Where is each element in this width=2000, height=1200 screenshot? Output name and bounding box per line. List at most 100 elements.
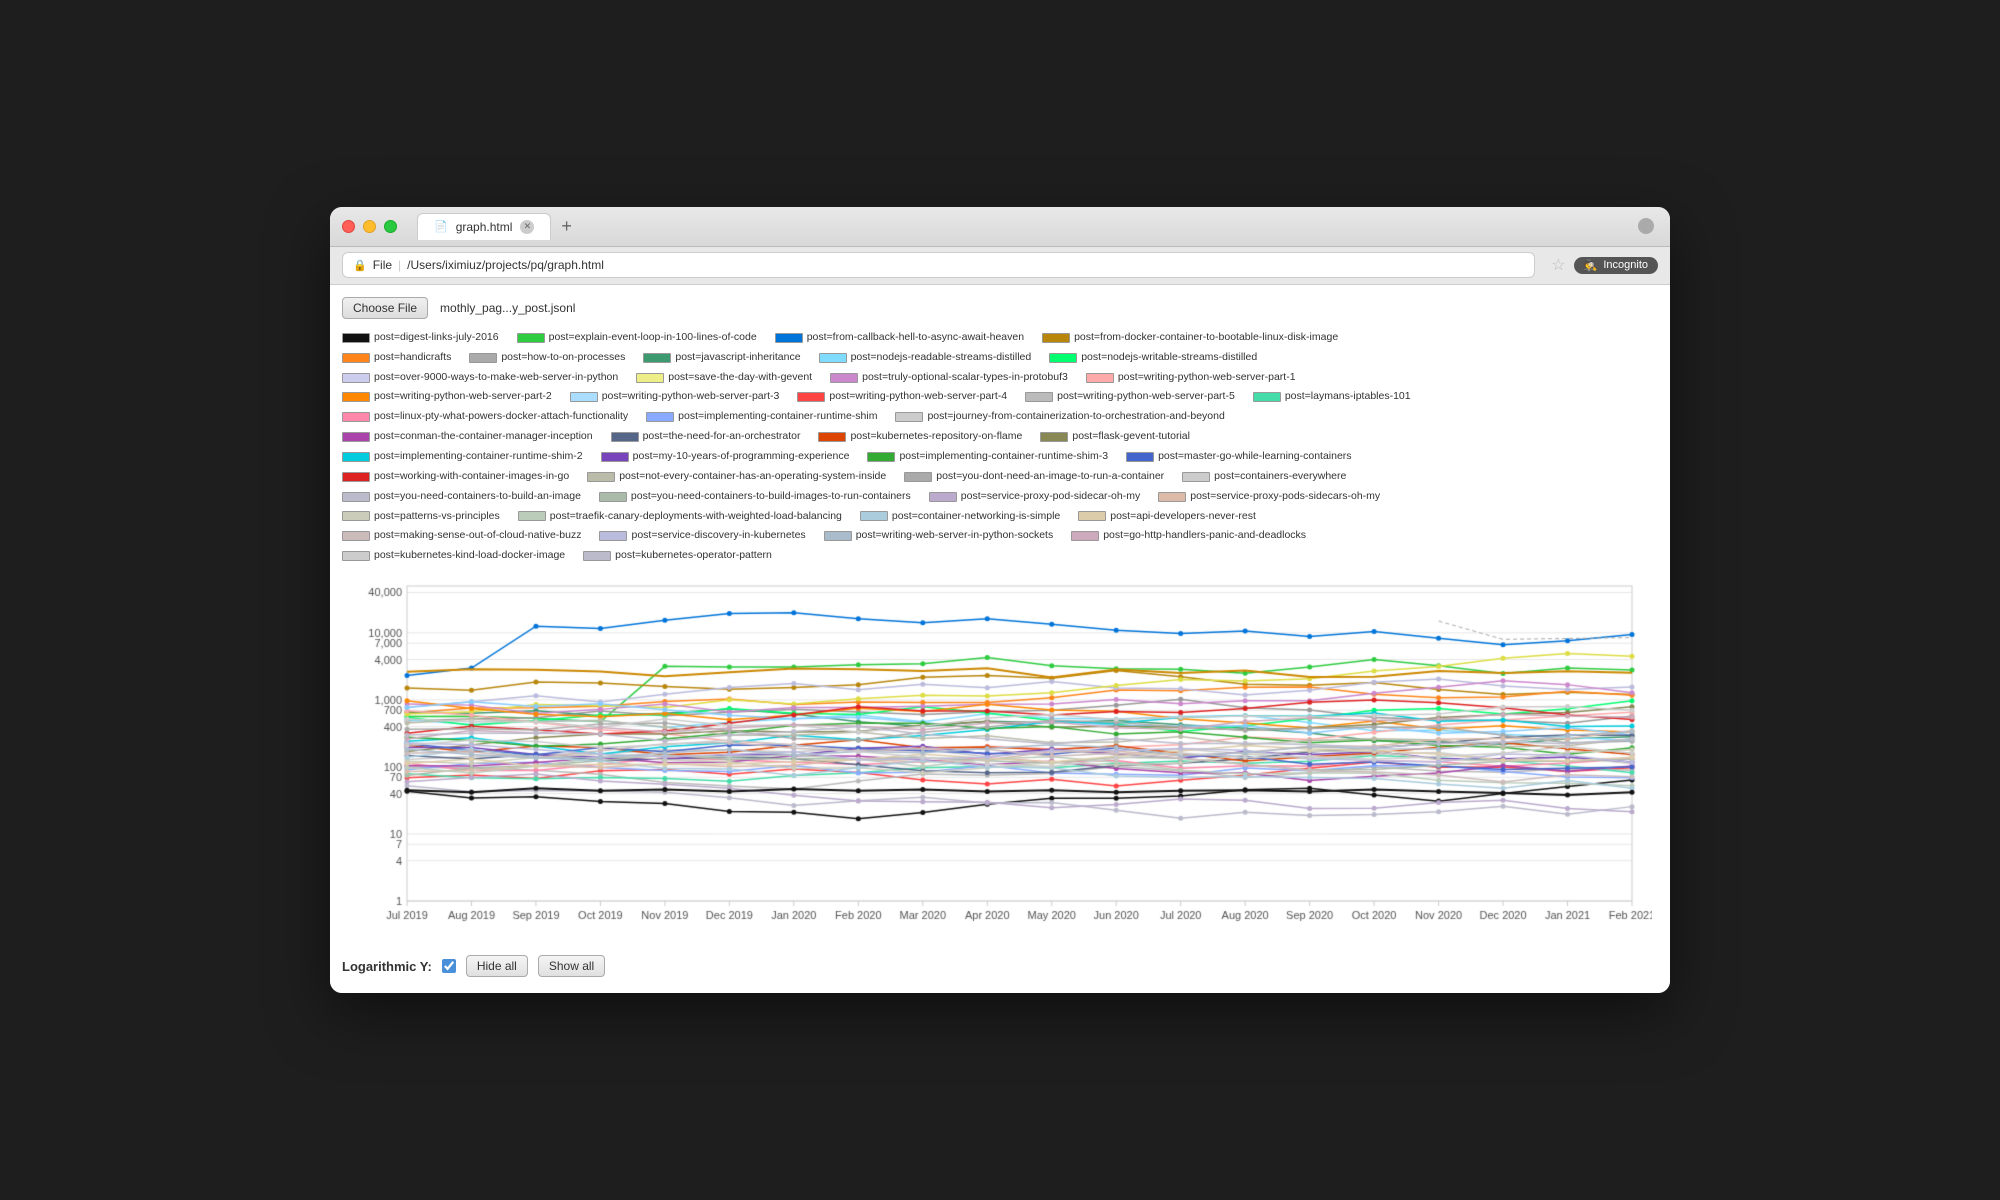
legend-swatch bbox=[342, 373, 370, 383]
url-separator: | bbox=[398, 258, 401, 272]
file-row: Choose File mothly_pag...y_post.jsonl bbox=[342, 297, 1658, 319]
legend-item[interactable]: post=conman-the-container-manager-incept… bbox=[342, 428, 593, 446]
legend-item[interactable]: post=service-discovery-in-kubernetes bbox=[599, 527, 805, 545]
legend-swatch bbox=[517, 333, 545, 343]
legend-item[interactable]: post=nodejs-readable-streams-distilled bbox=[819, 349, 1032, 367]
legend-label: post=kubernetes-kind-load-docker-image bbox=[374, 547, 565, 565]
legend-item[interactable]: post=not-every-container-has-an-operatin… bbox=[587, 468, 886, 486]
legend-swatch bbox=[1049, 353, 1077, 363]
legend-item[interactable]: post=explain-event-loop-in-100-lines-of-… bbox=[517, 329, 757, 347]
legend-swatch bbox=[818, 432, 846, 442]
legend-item[interactable]: post=patterns-vs-principles bbox=[342, 508, 500, 526]
legend-item[interactable]: post=from-docker-container-to-bootable-l… bbox=[1042, 329, 1338, 347]
legend-item[interactable]: post=writing-python-web-server-part-2 bbox=[342, 388, 552, 406]
legend-label: post=writing-python-web-server-part-5 bbox=[1057, 388, 1235, 406]
legend-label: post=implementing-container-runtime-shim… bbox=[899, 448, 1108, 466]
url-box[interactable]: 🔒 File | /Users/iximiuz/projects/pq/grap… bbox=[342, 252, 1535, 278]
legend-item[interactable]: post=implementing-container-runtime-shim… bbox=[867, 448, 1108, 466]
legend-swatch bbox=[342, 492, 370, 502]
legend-swatch bbox=[342, 412, 370, 422]
legend-swatch bbox=[342, 551, 370, 561]
legend-item[interactable]: post=writing-python-web-server-part-3 bbox=[570, 388, 780, 406]
log-y-checkbox-wrap[interactable] bbox=[442, 959, 456, 973]
legend-item[interactable]: post=working-with-container-images-in-go bbox=[342, 468, 569, 486]
new-tab-button[interactable]: + bbox=[557, 216, 576, 237]
legend-swatch bbox=[1040, 432, 1068, 442]
legend-item[interactable]: post=nodejs-writable-streams-distilled bbox=[1049, 349, 1257, 367]
legend-item[interactable]: post=traefik-canary-deployments-with-wei… bbox=[518, 508, 842, 526]
legend-swatch bbox=[929, 492, 957, 502]
legend-swatch bbox=[1253, 392, 1281, 402]
legend-swatch bbox=[830, 373, 858, 383]
legend-item[interactable]: post=implementing-container-runtime-shim bbox=[646, 408, 877, 426]
maximize-button[interactable] bbox=[384, 220, 397, 233]
legend-item[interactable]: post=truly-optional-scalar-types-in-prot… bbox=[830, 369, 1068, 387]
legend-item[interactable]: post=save-the-day-with-gevent bbox=[636, 369, 812, 387]
legend-item[interactable]: post=handicrafts bbox=[342, 349, 451, 367]
legend-swatch bbox=[643, 353, 671, 363]
legend-swatch bbox=[867, 452, 895, 462]
legend-swatch bbox=[342, 531, 370, 541]
legend-item[interactable]: post=api-developers-never-rest bbox=[1078, 508, 1256, 526]
legend-item[interactable]: post=master-go-while-learning-containers bbox=[1126, 448, 1351, 466]
bookmark-star-button[interactable]: ☆ bbox=[1551, 255, 1565, 275]
legend-swatch bbox=[587, 472, 615, 482]
legend-item[interactable]: post=writing-python-web-server-part-4 bbox=[797, 388, 1007, 406]
legend-swatch bbox=[1042, 333, 1070, 343]
legend-item[interactable]: post=making-sense-out-of-cloud-native-bu… bbox=[342, 527, 581, 545]
legend-item[interactable]: post=writing-python-web-server-part-5 bbox=[1025, 388, 1235, 406]
legend-item[interactable]: post=go-http-handlers-panic-and-deadlock… bbox=[1071, 527, 1306, 545]
tab-close-button[interactable]: ✕ bbox=[520, 220, 534, 234]
legend-item[interactable]: post=writing-python-web-server-part-1 bbox=[1086, 369, 1296, 387]
legend-label: post=containers-everywhere bbox=[1214, 468, 1346, 486]
legend-item[interactable]: post=you-need-containers-to-build-an-ima… bbox=[342, 488, 581, 506]
legend-item[interactable]: post=writing-web-server-in-python-socket… bbox=[824, 527, 1054, 545]
log-y-label: Logarithmic Y: bbox=[342, 959, 432, 974]
legend-label: post=how-to-on-processes bbox=[501, 349, 625, 367]
minimize-button[interactable] bbox=[363, 220, 376, 233]
legend-item[interactable]: post=service-proxy-pods-sidecars-oh-my bbox=[1158, 488, 1380, 506]
legend-item[interactable]: post=from-callback-hell-to-async-await-h… bbox=[775, 329, 1024, 347]
log-y-checkbox[interactable] bbox=[442, 959, 456, 973]
legend-item[interactable]: post=implementing-container-runtime-shim… bbox=[342, 448, 583, 466]
legend-swatch bbox=[895, 412, 923, 422]
legend-item[interactable]: post=kubernetes-operator-pattern bbox=[583, 547, 772, 565]
legend-item[interactable]: post=you-need-containers-to-build-images… bbox=[599, 488, 911, 506]
legend-label: post=writing-python-web-server-part-4 bbox=[829, 388, 1007, 406]
legend-item[interactable]: post=flask-gevent-tutorial bbox=[1040, 428, 1190, 446]
legend-item[interactable]: post=kubernetes-kind-load-docker-image bbox=[342, 547, 565, 565]
legend-item[interactable]: post=container-networking-is-simple bbox=[860, 508, 1060, 526]
legend-label: post=implementing-container-runtime-shim bbox=[678, 408, 877, 426]
legend-item[interactable]: post=my-10-years-of-programming-experien… bbox=[601, 448, 850, 466]
legend-label: post=explain-event-loop-in-100-lines-of-… bbox=[549, 329, 757, 347]
legend-swatch bbox=[904, 472, 932, 482]
legend-item[interactable]: post=javascript-inheritance bbox=[643, 349, 800, 367]
legend-swatch bbox=[518, 511, 546, 521]
legend-item[interactable]: post=kubernetes-repository-on-flame bbox=[818, 428, 1022, 446]
legend-label: post=traefik-canary-deployments-with-wei… bbox=[550, 508, 842, 526]
legend-swatch bbox=[342, 353, 370, 363]
legend-label: post=you-dont-need-an-image-to-run-a-con… bbox=[936, 468, 1164, 486]
legend-item[interactable]: post=you-dont-need-an-image-to-run-a-con… bbox=[904, 468, 1164, 486]
legend-label: post=master-go-while-learning-containers bbox=[1158, 448, 1351, 466]
legend-item[interactable]: post=digest-links-july-2016 bbox=[342, 329, 499, 347]
legend-item[interactable]: post=journey-from-containerization-to-or… bbox=[895, 408, 1224, 426]
legend-label: post=journey-from-containerization-to-or… bbox=[927, 408, 1224, 426]
legend-swatch bbox=[797, 392, 825, 402]
legend-item[interactable]: post=linux-pty-what-powers-docker-attach… bbox=[342, 408, 628, 426]
legend-item[interactable]: post=service-proxy-pod-sidecar-oh-my bbox=[929, 488, 1140, 506]
close-button[interactable] bbox=[342, 220, 355, 233]
active-tab[interactable]: 📄 graph.html ✕ bbox=[417, 213, 551, 240]
show-all-button[interactable]: Show all bbox=[538, 955, 605, 977]
legend-label: post=you-need-containers-to-build-images… bbox=[631, 488, 911, 506]
legend-item[interactable]: post=how-to-on-processes bbox=[469, 349, 625, 367]
window-icon bbox=[1638, 218, 1654, 234]
legend-item[interactable]: post=over-9000-ways-to-make-web-server-i… bbox=[342, 369, 618, 387]
legend-item[interactable]: post=containers-everywhere bbox=[1182, 468, 1346, 486]
legend-item[interactable]: post=the-need-for-an-orchestrator bbox=[611, 428, 801, 446]
legend-label: post=laymans-iptables-101 bbox=[1285, 388, 1411, 406]
hide-all-button[interactable]: Hide all bbox=[466, 955, 528, 977]
legend-item[interactable]: post=laymans-iptables-101 bbox=[1253, 388, 1411, 406]
choose-file-button[interactable]: Choose File bbox=[342, 297, 428, 319]
legend-label: post=service-discovery-in-kubernetes bbox=[631, 527, 805, 545]
